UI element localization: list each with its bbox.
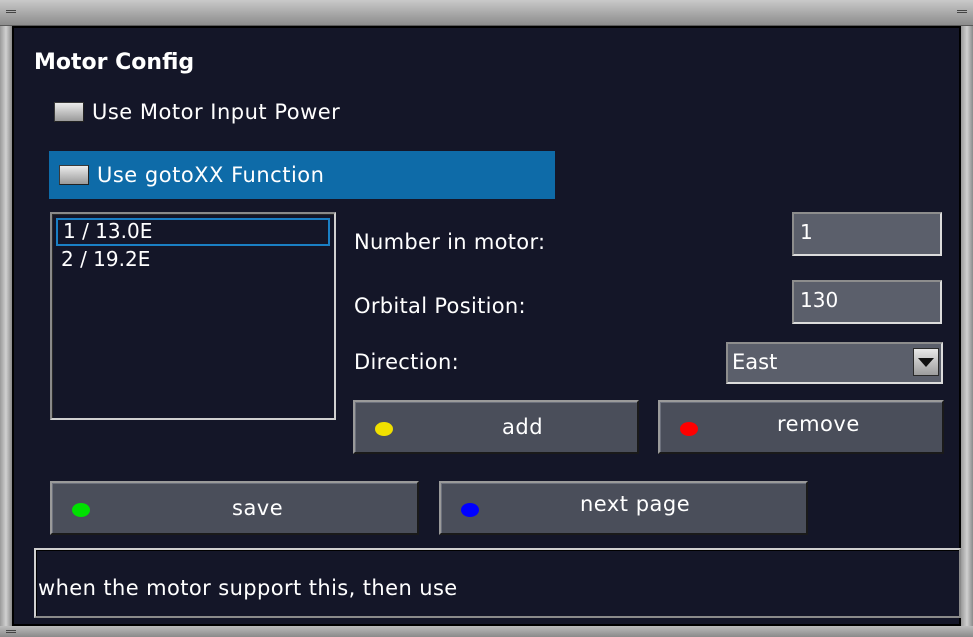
blue-dot-icon bbox=[461, 503, 479, 517]
grip-icon bbox=[6, 630, 16, 633]
motor-config-panel: Motor Config Use Motor Input Power Use g… bbox=[12, 26, 961, 626]
add-button-label: add bbox=[502, 415, 544, 439]
status-bar: when the motor support this, then use bbox=[34, 548, 961, 618]
option-label: Use Motor Input Power bbox=[92, 100, 341, 124]
checkbox-icon[interactable] bbox=[59, 165, 89, 185]
next-page-button[interactable]: next page bbox=[439, 481, 808, 535]
list-item[interactable]: 2 / 19.2E bbox=[56, 246, 330, 274]
orbital-position-field[interactable]: 130 bbox=[792, 280, 942, 324]
next-page-button-label: next page bbox=[580, 492, 691, 516]
yellow-dot-icon bbox=[375, 422, 393, 436]
direction-value: East bbox=[732, 350, 778, 374]
save-button[interactable]: save bbox=[50, 481, 419, 535]
window-frame: Motor Config Use Motor Input Power Use g… bbox=[0, 0, 973, 637]
remove-button[interactable]: remove bbox=[658, 400, 944, 454]
status-text: when the motor support this, then use bbox=[38, 576, 458, 600]
add-button[interactable]: add bbox=[353, 400, 639, 454]
list-item[interactable]: 1 / 13.0E bbox=[56, 218, 330, 246]
green-dot-icon bbox=[72, 503, 90, 517]
orbital-position-label: Orbital Position: bbox=[354, 294, 526, 318]
direction-label: Direction: bbox=[354, 350, 459, 374]
number-in-motor-field[interactable]: 1 bbox=[792, 212, 942, 256]
window-border-right bbox=[961, 26, 973, 626]
use-gotoxx-function-option[interactable]: Use gotoXX Function bbox=[49, 151, 555, 199]
window-title-bar[interactable] bbox=[0, 0, 973, 26]
satellite-list[interactable]: 1 / 13.0E 2 / 19.2E bbox=[50, 212, 336, 420]
use-motor-input-power-option[interactable]: Use Motor Input Power bbox=[50, 94, 560, 130]
page-title: Motor Config bbox=[34, 50, 195, 75]
grip-icon bbox=[6, 10, 16, 13]
window-border-left bbox=[0, 26, 12, 626]
dropdown-arrow-icon[interactable] bbox=[913, 348, 939, 376]
checkbox-icon[interactable] bbox=[54, 102, 84, 122]
red-dot-icon bbox=[680, 422, 698, 436]
remove-button-label: remove bbox=[777, 412, 860, 436]
direction-select[interactable]: East bbox=[726, 342, 943, 384]
save-button-label: save bbox=[232, 496, 284, 520]
number-in-motor-label: Number in motor: bbox=[354, 230, 546, 254]
grip-icon bbox=[957, 10, 967, 13]
window-bottom-bar bbox=[0, 626, 973, 637]
option-label: Use gotoXX Function bbox=[97, 163, 325, 187]
